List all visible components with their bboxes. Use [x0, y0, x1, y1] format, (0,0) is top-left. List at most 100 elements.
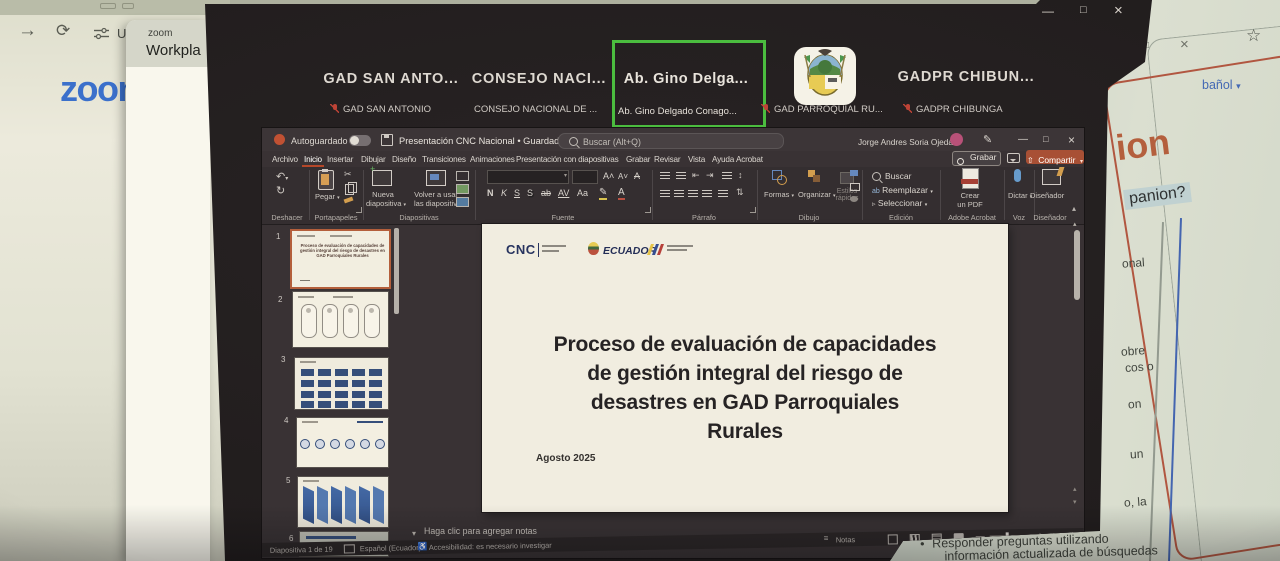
ppt-maximize-icon[interactable]: □	[1043, 134, 1048, 144]
slide-reset-icon[interactable]	[456, 184, 469, 194]
undo-icon[interactable]: ↶▾	[276, 170, 288, 183]
reuse-slides-label[interactable]: Volver a usar las diapositivas	[414, 190, 458, 208]
redo-icon[interactable]: ↻	[276, 184, 285, 197]
slide-layout-icon[interactable]	[456, 171, 469, 181]
change-case-button[interactable]: Aa	[577, 188, 588, 198]
browser-forward-icon[interactable]: →	[18, 20, 37, 42]
scroll-up-icon[interactable]: ▴	[1073, 220, 1077, 228]
dictate-mic-icon[interactable]	[1014, 169, 1021, 182]
tab-revisar[interactable]: Revisar	[654, 155, 680, 164]
new-slide-icon[interactable]: +	[372, 170, 392, 186]
next-slide-icon[interactable]: ▾	[1073, 498, 1077, 506]
line-spacing-icon[interactable]	[722, 171, 732, 179]
text-shadow-button[interactable]: S	[527, 188, 533, 198]
ppt-close-icon[interactable]: ×	[1068, 133, 1075, 147]
designer-label[interactable]: Diseñador	[1030, 191, 1064, 200]
inner-close-icon[interactable]: ×	[1180, 36, 1189, 53]
save-icon[interactable]	[381, 134, 393, 146]
dialog-launcher-icon[interactable]	[645, 207, 651, 213]
bookmark-star-icon[interactable]: ☆	[1246, 26, 1261, 46]
paste-label[interactable]: Pegar ▾	[315, 192, 340, 201]
arrange-icon[interactable]	[808, 170, 821, 183]
participant-tile[interactable]: CONSEJO NACI...	[468, 70, 610, 92]
new-slide-label[interactable]: Nueva diapositiva ▾	[366, 190, 400, 208]
strikethrough-button[interactable]: ab	[541, 188, 551, 198]
slide-section-icon[interactable]	[456, 197, 469, 207]
notes-placeholder[interactable]: Haga clic para agregar notas	[424, 526, 537, 536]
slide-thumbnail-1[interactable]: Proceso de evaluación de capacidades de …	[290, 229, 391, 289]
increase-font-icon[interactable]: A˄	[603, 171, 614, 181]
tab-insertar[interactable]: Insertar	[327, 155, 353, 164]
language-status[interactable]: Español (Ecuador)	[360, 543, 421, 553]
maximize-icon[interactable]: □	[1080, 4, 1087, 16]
shape-outline-icon[interactable]	[850, 183, 860, 191]
share-button[interactable]: ⇧ Compartir ▾	[1026, 150, 1084, 164]
character-spacing-button[interactable]: AV	[558, 188, 569, 198]
dialog-launcher-icon[interactable]	[356, 207, 362, 213]
font-name-input[interactable]: ▾	[487, 170, 569, 184]
dictate-label[interactable]: Dictar ▾	[1008, 191, 1032, 200]
slide-thumbnail-5[interactable]	[297, 476, 389, 528]
participant-tile[interactable]: GAD SAN ANTO...	[316, 70, 466, 92]
tab-vista[interactable]: Vista	[688, 155, 705, 164]
minimize-icon[interactable]: —	[1042, 4, 1054, 18]
notes-toggle[interactable]: Notas	[836, 535, 855, 544]
close-icon[interactable]: ×	[1114, 2, 1123, 19]
browser-tune-icon[interactable]	[94, 27, 109, 40]
shape-fill-icon[interactable]	[850, 170, 858, 176]
select-button[interactable]: ▹ Seleccionar ▾	[872, 198, 927, 208]
copy-icon[interactable]	[345, 184, 354, 195]
highlight-color-icon[interactable]: ✎	[599, 187, 607, 200]
italic-button[interactable]: K	[501, 188, 507, 198]
display-settings-icon[interactable]	[344, 544, 355, 553]
underline-button[interactable]: S	[514, 188, 520, 198]
shape-effects-icon[interactable]	[850, 196, 858, 202]
smartart-icon[interactable]: ⇅	[736, 187, 744, 198]
reuse-slides-icon[interactable]	[426, 170, 446, 186]
shapes-label[interactable]: Formas ▾	[764, 190, 794, 199]
font-color-icon[interactable]: A	[618, 187, 625, 200]
tab-dibujar[interactable]: Dibujar	[361, 155, 386, 164]
user-avatar[interactable]	[950, 133, 963, 146]
tab-acrobat[interactable]: Acrobat	[736, 155, 763, 164]
outdent-icon[interactable]: ⇤	[692, 170, 700, 181]
search-box[interactable]: Buscar (Alt+Q)	[558, 133, 784, 149]
comment-icon[interactable]	[1007, 153, 1020, 163]
shapes-icon[interactable]	[772, 170, 785, 183]
collapse-ribbon-icon[interactable]: ▴	[1072, 204, 1076, 213]
dialog-launcher-icon[interactable]	[750, 207, 756, 213]
browser-refresh-icon[interactable]: ⟳	[56, 21, 70, 41]
justify-icon[interactable]	[702, 189, 712, 197]
cut-icon[interactable]: ✂	[344, 169, 352, 180]
pen-icon[interactable]: ✎	[983, 133, 992, 146]
designer-icon[interactable]	[1042, 169, 1061, 185]
text-direction-icon[interactable]: ↕	[738, 170, 743, 180]
decrease-font-icon[interactable]: A˅	[618, 172, 628, 181]
numbering-icon[interactable]	[676, 171, 686, 179]
clear-formatting-icon[interactable]: A	[634, 171, 640, 181]
user-name[interactable]: Jorge Andres Soria Ojeda	[858, 137, 953, 147]
indent-icon[interactable]: ⇥	[706, 170, 714, 181]
font-size-input[interactable]	[572, 170, 598, 184]
tab-inicio[interactable]: Inicio	[304, 155, 322, 164]
tab-animaciones[interactable]: Animaciones	[470, 155, 515, 164]
tab-transiciones[interactable]: Transiciones	[422, 155, 466, 164]
participant-tile[interactable]: Ab. Gino Delga...	[616, 70, 756, 92]
zoom-web-logo[interactable]: zoom	[60, 68, 130, 108]
notes-collapse-icon[interactable]: ▾	[412, 529, 416, 538]
tab-grabar[interactable]: Grabar	[626, 155, 650, 164]
previous-slide-icon[interactable]: ▴	[1073, 485, 1077, 493]
slide-thumbnail-3[interactable]	[294, 357, 389, 410]
align-right-icon[interactable]	[688, 189, 698, 197]
ppt-minimize-icon[interactable]: —	[1018, 134, 1028, 145]
slide-scrollbar[interactable]	[1074, 230, 1080, 300]
create-pdf-label[interactable]: Crear un PDF	[956, 191, 984, 209]
bold-button[interactable]: N	[487, 188, 494, 198]
slide-title[interactable]: Proceso de evaluación de capacidades de …	[492, 330, 998, 446]
tab-diseno[interactable]: Diseño	[392, 155, 416, 164]
slide-canvas[interactable]: CNC ECUADOR Proceso de evaluación de cap…	[482, 224, 1008, 512]
participant-tile-avatar[interactable]	[794, 47, 856, 105]
record-button[interactable]: Grabar	[952, 151, 1001, 166]
tab-ayuda[interactable]: Ayuda	[712, 155, 734, 164]
autosave-toggle[interactable]	[349, 135, 371, 146]
